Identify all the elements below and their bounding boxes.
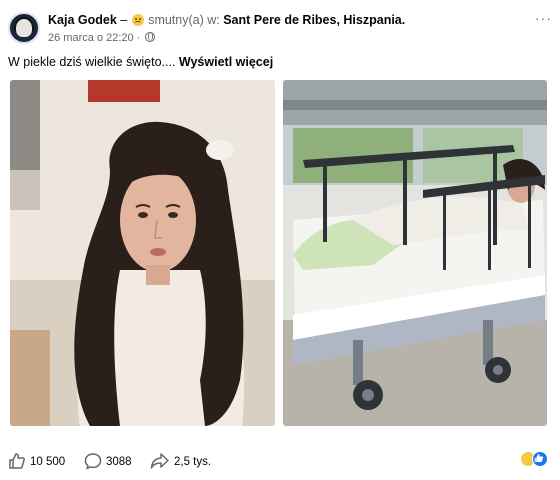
thumbs-up-icon [9,453,25,469]
reaction-summary[interactable] [520,451,552,469]
author-avatar[interactable] [8,12,40,44]
share-action[interactable]: 2,5 tys. [150,452,211,470]
see-more-link[interactable]: Wyświetl więcej [179,55,273,69]
post-photo-1[interactable] [10,80,275,426]
comment-count: 3088 [106,456,132,468]
like-count: 10 500 [30,456,66,468]
author-name[interactable]: Kaja Godek [48,13,117,27]
globe-icon [145,32,156,42]
hospital-photo-illustration [283,80,547,426]
post-actions-bar: 10 500 3088 2,5 tys. [8,450,552,474]
comment-bubble-icon [84,453,102,470]
post-photo-2[interactable] [283,80,547,426]
like-reaction-icon [532,451,548,467]
comment-action[interactable]: 3088 [84,452,132,470]
feeling-text: smutny(a) w: [148,13,220,27]
share-arrow-icon [150,453,169,469]
post-author-line: Kaja Godek – smutny(a) w: Sant Pere de R… [48,13,405,27]
post-meta: 26 marca o 22:20 · [48,32,156,44]
sad-emoji-icon [131,14,144,26]
separator: – [120,13,128,27]
portrait-photo-illustration [10,80,275,426]
post-date[interactable]: 26 marca o 22:20 · [48,32,140,44]
like-action[interactable]: 10 500 [8,452,65,470]
share-count: 2,5 tys. [174,456,212,468]
location-link[interactable]: Sant Pere de Ribes, Hiszpania. [223,13,405,27]
post-menu-button[interactable]: ··· [535,10,552,26]
post-body: W piekle dziś wielkie święto.... [8,55,176,69]
post-header: Kaja Godek – smutny(a) w: Sant Pere de R… [8,8,552,48]
post-text: W piekle dziś wielkie święto.... Wyświet… [8,55,273,69]
